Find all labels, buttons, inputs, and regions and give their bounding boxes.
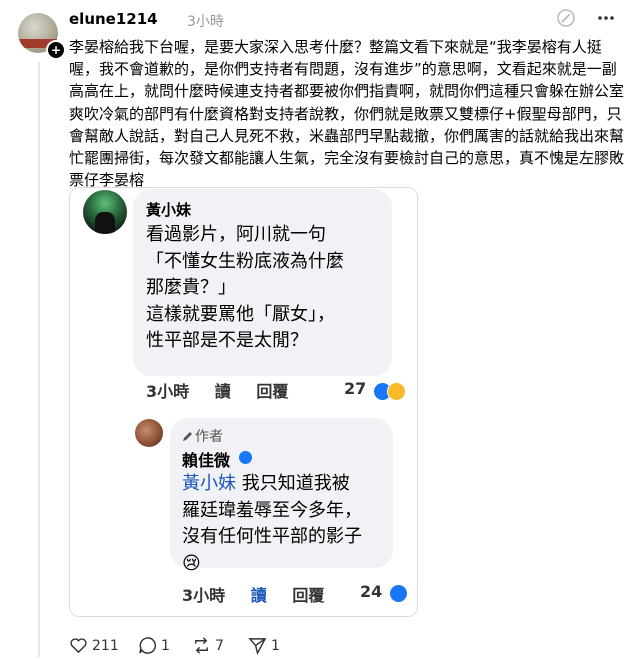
comment-line: 這樣就要罵他「厭女」， bbox=[146, 303, 335, 325]
comment-icon bbox=[139, 637, 156, 654]
embedded-screenshot[interactable]: 黃小妹 看過影片，阿川就一句 「不懂女生粉底液為什麼 那麼貴？」 這樣就要罵他「… bbox=[69, 187, 418, 617]
comment-actions: 3小時 讀 回覆 bbox=[146, 378, 308, 402]
read-label: 讀 bbox=[214, 382, 231, 401]
share-button[interactable]: 1 bbox=[248, 636, 280, 655]
thread-line bbox=[38, 62, 40, 657]
author-avatar bbox=[135, 419, 163, 447]
post-time: 3小時 bbox=[187, 14, 224, 30]
comment-line: 那麼貴？」 bbox=[146, 277, 236, 298]
reaction-count: 27 bbox=[344, 379, 367, 398]
comment-button[interactable]: 1 bbox=[138, 636, 170, 655]
share-icon bbox=[248, 638, 267, 655]
haha-reaction-icon bbox=[387, 382, 406, 401]
repost-button[interactable]: 7 bbox=[192, 636, 224, 655]
heart-icon bbox=[70, 638, 87, 654]
pencil-icon bbox=[183, 432, 192, 441]
like-button[interactable]: 211 bbox=[69, 636, 119, 655]
commenter-avatar bbox=[83, 190, 127, 234]
reply-actions: 3小時 讀 回覆 bbox=[182, 582, 344, 606]
reply-label: 回覆 bbox=[292, 586, 325, 605]
follow-plus-icon[interactable]: + bbox=[46, 40, 66, 60]
post-body: 李晏榕給我下台喔，是要大家深入思考什麼？整篇文看下來就是“我李晏榕有人挺喔，我不… bbox=[69, 38, 625, 190]
read-label: 讀 bbox=[250, 586, 267, 605]
comment-text: 看過影片，阿川就一句 「不懂女生粉底液為什麼 那麼貴？」 這樣就要罵他「厭女」，… bbox=[146, 222, 386, 355]
comment-line: 「不懂女生粉底液為什麼 bbox=[146, 250, 344, 272]
mention-link: 黃小妹 bbox=[182, 473, 236, 494]
comment-line: 看過影片，阿川就一句 bbox=[146, 224, 326, 245]
more-options-icon[interactable] bbox=[596, 8, 616, 28]
mute-icon[interactable] bbox=[556, 8, 576, 28]
like-reaction-icon bbox=[390, 585, 407, 602]
reaction-count: 24 bbox=[360, 582, 383, 601]
commenter-name: 黃小妹 bbox=[146, 201, 192, 219]
author-badge: 作者 bbox=[182, 426, 223, 446]
repost-icon bbox=[195, 637, 208, 654]
verified-badge-icon bbox=[239, 451, 252, 464]
reply-line: 羅廷瑋羞辱至今多年， bbox=[182, 499, 362, 521]
reply-line: 沒有任何性平部的影子 bbox=[182, 526, 362, 547]
comment-time: 3小時 bbox=[146, 382, 190, 401]
author-name: 賴佳微 bbox=[182, 451, 231, 470]
reply-line: 😢 bbox=[182, 552, 201, 574]
comment-line: 性平部是不是太閒？ bbox=[146, 330, 308, 351]
post-username[interactable]: elune1214 bbox=[69, 10, 158, 28]
reply-label: 回覆 bbox=[256, 382, 289, 401]
reply-time: 3小時 bbox=[182, 586, 226, 605]
reply-text: 黃小妹 我只知道我被 羅廷瑋羞辱至今多年， 沒有任何性平部的影子 😢 bbox=[182, 471, 392, 577]
